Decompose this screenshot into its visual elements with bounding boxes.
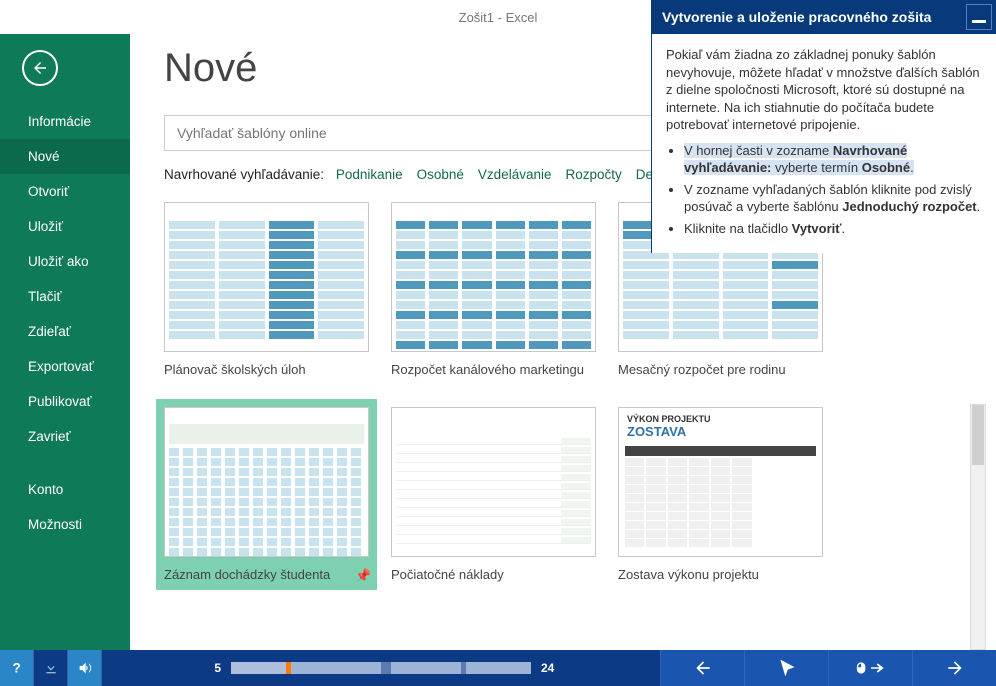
suggested-category[interactable]: Osobné bbox=[417, 167, 464, 182]
progress-total: 24 bbox=[541, 661, 561, 675]
sidebar-item-konto[interactable]: Konto bbox=[0, 472, 130, 507]
template-thumbnail[interactable] bbox=[164, 407, 369, 557]
tutorial-bottom-bar: ? 5 24 bbox=[0, 650, 996, 686]
template-marketing[interactable]: Rozpočet kanálového marketingu bbox=[391, 202, 596, 377]
help-panel-header: Vytvorenie a uloženie pracovného zošita bbox=[652, 0, 996, 34]
progress-indicator: 5 24 bbox=[102, 661, 660, 675]
nav-mouse-next-button[interactable] bbox=[828, 650, 912, 686]
help-bullet: V zozname vyhľadaných šablón kliknite po… bbox=[684, 181, 982, 216]
help-bullet: V hornej časti v zozname Navrhované vyhľ… bbox=[684, 142, 982, 177]
progress-track[interactable] bbox=[231, 662, 531, 674]
help-panel-title: Vytvorenie a uloženie pracovného zošita bbox=[662, 9, 931, 25]
template-zostava[interactable]: VÝKON PROJEKTUZOSTAVA Zostava výkonu proj… bbox=[618, 407, 823, 590]
template-label: Plánovač školských úloh bbox=[164, 362, 306, 377]
nav-prev-button[interactable] bbox=[660, 650, 744, 686]
scrollbar-thumb[interactable] bbox=[972, 405, 984, 465]
template-label: Záznam dochádzky študenta bbox=[164, 567, 330, 582]
svg-text:?: ? bbox=[12, 661, 20, 676]
sound-icon-button[interactable] bbox=[68, 650, 102, 686]
sidebar-item-ulozit[interactable]: Uložiť bbox=[0, 209, 130, 244]
help-bullet: Kliknite na tlačidlo Vytvoriť. bbox=[684, 220, 982, 238]
template-dochadzka[interactable]: Záznam dochádzky študenta 📌 bbox=[156, 399, 377, 590]
template-thumbnail[interactable] bbox=[391, 202, 596, 352]
sidebar-item-informacie[interactable]: Informácie bbox=[0, 104, 130, 139]
template-label: Počiatočné náklady bbox=[391, 567, 504, 582]
sidebar-item-ulozitako[interactable]: Uložiť ako bbox=[0, 244, 130, 279]
nav-next-button[interactable] bbox=[912, 650, 996, 686]
progress-current: 5 bbox=[201, 661, 221, 675]
nav-cursor-button[interactable] bbox=[744, 650, 828, 686]
help-paragraph: Pokiaľ vám žiadna zo základnej ponuky ša… bbox=[666, 46, 982, 134]
suggested-category[interactable]: Vzdelávanie bbox=[478, 167, 552, 182]
sidebar-item-nove[interactable]: Nové bbox=[0, 139, 130, 174]
template-label: Zostava výkonu projektu bbox=[618, 567, 759, 582]
template-naklady[interactable]: POČIATOČNÉ NÁKLADYPOČIATOČNÉ NÁKLADY Poči… bbox=[391, 407, 596, 590]
template-label: Rozpočet kanálového marketingu bbox=[391, 362, 584, 377]
help-icon-button[interactable]: ? bbox=[0, 650, 34, 686]
help-minimize-button[interactable] bbox=[966, 4, 992, 30]
back-button[interactable] bbox=[22, 50, 58, 86]
suggested-category[interactable]: Podnikanie bbox=[336, 167, 403, 182]
template-thumbnail[interactable]: POČIATOČNÉ NÁKLADYPOČIATOČNÉ NÁKLADY bbox=[391, 407, 596, 557]
sidebar-item-zavriet[interactable]: Zavrieť bbox=[0, 419, 130, 454]
template-label: Mesačný rozpočet pre rodinu bbox=[618, 362, 786, 377]
sidebar-item-tlacit[interactable]: Tlačiť bbox=[0, 279, 130, 314]
pin-icon[interactable]: 📌 bbox=[355, 568, 369, 582]
vertical-scrollbar[interactable]: ▾ bbox=[970, 404, 986, 650]
suggested-search-label: Navrhované vyhľadávanie: bbox=[164, 167, 324, 182]
sidebar-item-publikovat[interactable]: Publikovať bbox=[0, 384, 130, 419]
sidebar-item-moznosti[interactable]: Možnosti bbox=[0, 507, 130, 542]
sidebar-item-exportovat[interactable]: Exportovať bbox=[0, 349, 130, 384]
scrollbar-down-arrow[interactable]: ▾ bbox=[971, 649, 985, 650]
backstage-sidebar: InformácieNovéOtvoriťUložiťUložiť akoTla… bbox=[0, 34, 130, 650]
sidebar-item-otvorit[interactable]: Otvoriť bbox=[0, 174, 130, 209]
download-icon-button[interactable] bbox=[34, 650, 68, 686]
template-thumbnail[interactable]: VÝKON PROJEKTUZOSTAVA bbox=[618, 407, 823, 557]
template-thumbnail[interactable] bbox=[164, 202, 369, 352]
suggested-category[interactable]: Rozpočty bbox=[565, 167, 621, 182]
help-panel-body: Pokiaľ vám žiadna zo základnej ponuky ša… bbox=[652, 34, 996, 253]
template-planovac[interactable]: Plánovač školských úloh bbox=[164, 202, 369, 377]
sidebar-item-zdielat[interactable]: Zdieľať bbox=[0, 314, 130, 349]
